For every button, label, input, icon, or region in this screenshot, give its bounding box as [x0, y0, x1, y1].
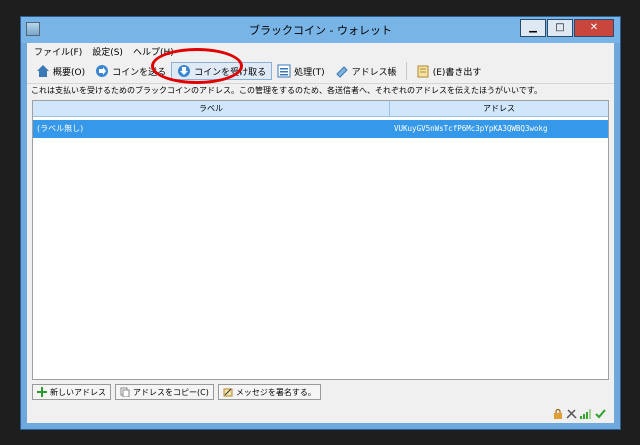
maximize-button[interactable]: □: [547, 19, 573, 37]
column-header-address[interactable]: アドレス: [390, 101, 608, 117]
close-button[interactable]: ✕: [574, 19, 614, 37]
column-header-label[interactable]: ラベル: [33, 101, 390, 117]
send-arrow-icon: [95, 64, 109, 78]
address-book-button[interactable]: アドレス帳: [330, 62, 402, 80]
staking-icon: [566, 409, 577, 419]
checkmark-icon: [595, 409, 606, 419]
address-book-label: アドレス帳: [351, 67, 397, 78]
menu-help[interactable]: ヘルプ(H): [128, 45, 179, 58]
address-book-icon: [335, 64, 349, 78]
address-table: ラベル アドレス (ラベル無し) VUKuyGV5nWsTcfP6Mc3pYpK…: [32, 100, 609, 380]
copy-address-button[interactable]: アドレスをコピー(C): [115, 384, 214, 400]
copy-icon: [120, 387, 130, 397]
receive-description: これは支払いを受けるためのブラックコインのアドレス。この管理をするのため、各送信…: [31, 86, 542, 95]
receive-coins-button[interactable]: コインを受け取る: [171, 62, 273, 80]
menu-settings[interactable]: 設定(S): [87, 45, 128, 58]
client-area: ファイル(F) 設定(S) ヘルプ(H) 概要(O) コインを送る コインを受け…: [27, 43, 614, 423]
receive-coins-label: コインを受け取る: [194, 67, 267, 78]
overview-label: 概要(O): [53, 67, 86, 78]
export-icon: [416, 64, 430, 78]
table-header: ラベル アドレス: [33, 101, 608, 117]
overview-button[interactable]: 概要(O): [31, 62, 90, 80]
toolbar-separator: [405, 62, 407, 80]
bottom-button-bar: 新しいアドレス アドレスをコピー(C) メッセジを署名する。: [32, 384, 321, 400]
wallet-window: ブラックコイン - ウォレット ▁ □ ✕ ファイル(F) 設定(S) ヘルプ(…: [20, 16, 621, 430]
lock-icon: [554, 409, 562, 419]
home-icon: [36, 64, 50, 78]
menu-bar: ファイル(F) 設定(S) ヘルプ(H): [27, 43, 614, 59]
new-address-button[interactable]: 新しいアドレス: [32, 384, 111, 400]
transactions-list-icon: [277, 64, 291, 78]
sign-message-icon: [223, 388, 233, 397]
toolbar: 概要(O) コインを送る コインを受け取る 処理(T) アドレス帳 (E)書き出…: [27, 59, 614, 84]
sign-message-button[interactable]: メッセジを署名する。: [217, 384, 321, 400]
send-coins-label: コインを送る: [112, 67, 167, 78]
status-bar: [553, 409, 606, 419]
row-address: VUKuyGV5nWsTcfP6Mc3pYpKA3QWBQ3wokg: [394, 124, 548, 133]
receive-arrow-icon: [177, 64, 191, 78]
export-label: (E)書き出す: [432, 67, 482, 78]
signal-icon: [580, 409, 591, 419]
table-row[interactable]: (ラベル無し) VUKuyGV5nWsTcfP6Mc3pYpKA3QWBQ3wo…: [33, 120, 608, 138]
send-coins-button[interactable]: コインを送る: [90, 62, 171, 80]
new-address-label: 新しいアドレス: [50, 387, 106, 397]
menu-file[interactable]: ファイル(F): [29, 45, 87, 58]
sign-message-label: メッセジを署名する。: [235, 387, 316, 397]
export-button[interactable]: (E)書き出す: [411, 62, 487, 80]
copy-address-label: アドレスをコピー(C): [133, 387, 209, 397]
minimize-button[interactable]: ▁: [520, 19, 546, 37]
title-bar[interactable]: ブラックコイン - ウォレット ▁ □ ✕: [21, 17, 620, 43]
transactions-label: 処理(T): [294, 67, 325, 78]
new-address-icon: [37, 387, 47, 397]
transactions-button[interactable]: 処理(T): [272, 62, 330, 80]
row-label: (ラベル無し): [37, 124, 84, 133]
